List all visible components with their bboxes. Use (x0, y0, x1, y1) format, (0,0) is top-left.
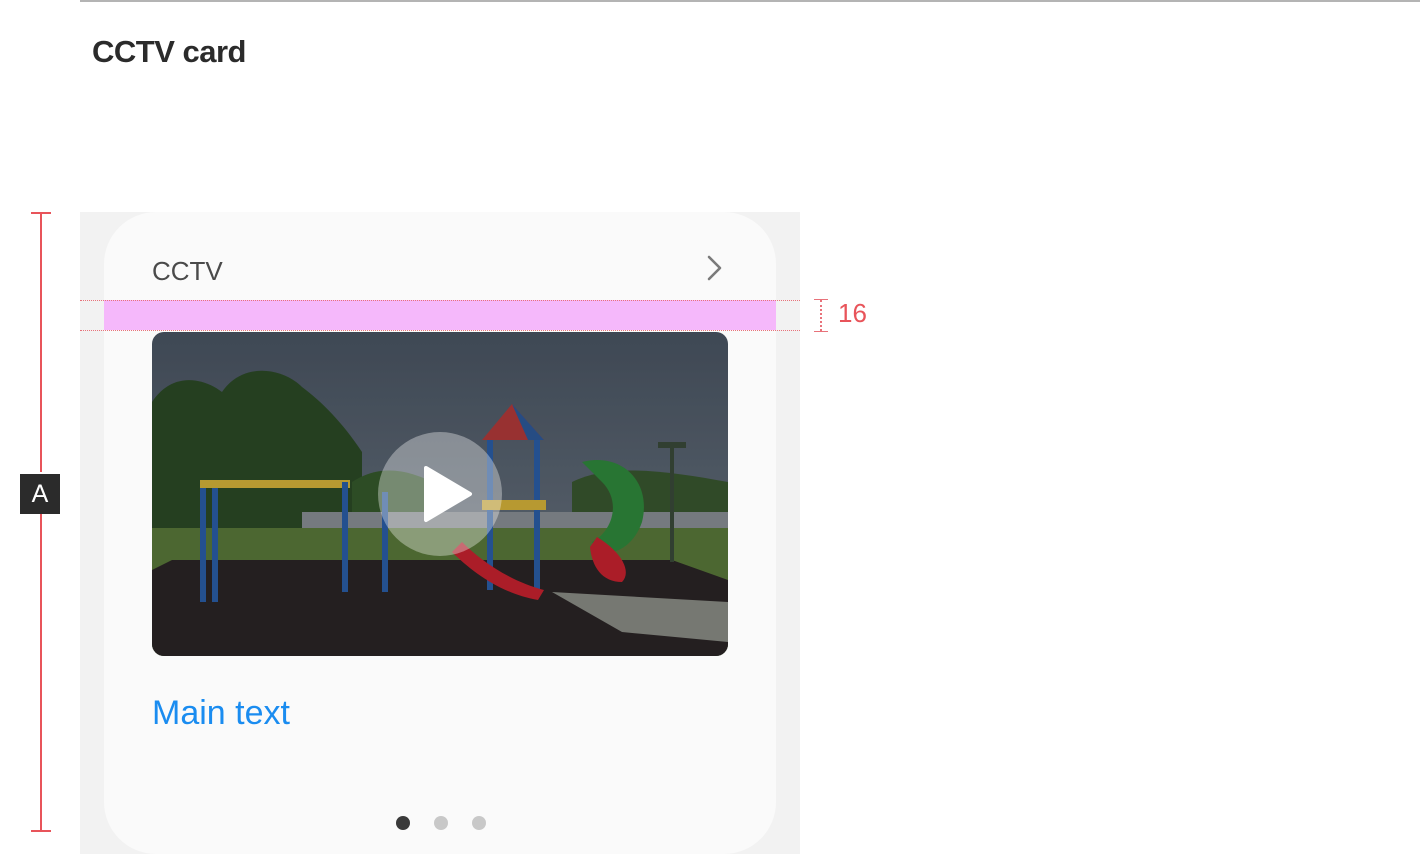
top-divider (80, 0, 1420, 2)
spacing-guide-bottom (80, 330, 800, 331)
card-title: CCTV (152, 256, 223, 286)
chevron-right-icon[interactable] (700, 250, 730, 286)
page-dot-3[interactable] (472, 816, 486, 830)
dimension-label: A (20, 474, 60, 514)
page-dot-1[interactable] (396, 816, 410, 830)
page-dot-2[interactable] (434, 816, 448, 830)
height-dimension-marker: A (20, 212, 60, 832)
cctv-video-thumbnail[interactable] (152, 332, 728, 656)
spacing-highlight (104, 300, 776, 330)
spacing-guide-top (80, 300, 800, 301)
card-canvas: CCTV Main text (80, 212, 800, 854)
spacing-value: 16 (838, 298, 867, 328)
section-title: CCTV card (92, 34, 246, 69)
main-text[interactable]: Main text (152, 694, 290, 733)
cctv-card[interactable]: CCTV Main text (104, 212, 776, 854)
play-button[interactable] (378, 432, 502, 556)
spacing-dimension-marker (814, 298, 828, 332)
play-icon (424, 466, 472, 522)
